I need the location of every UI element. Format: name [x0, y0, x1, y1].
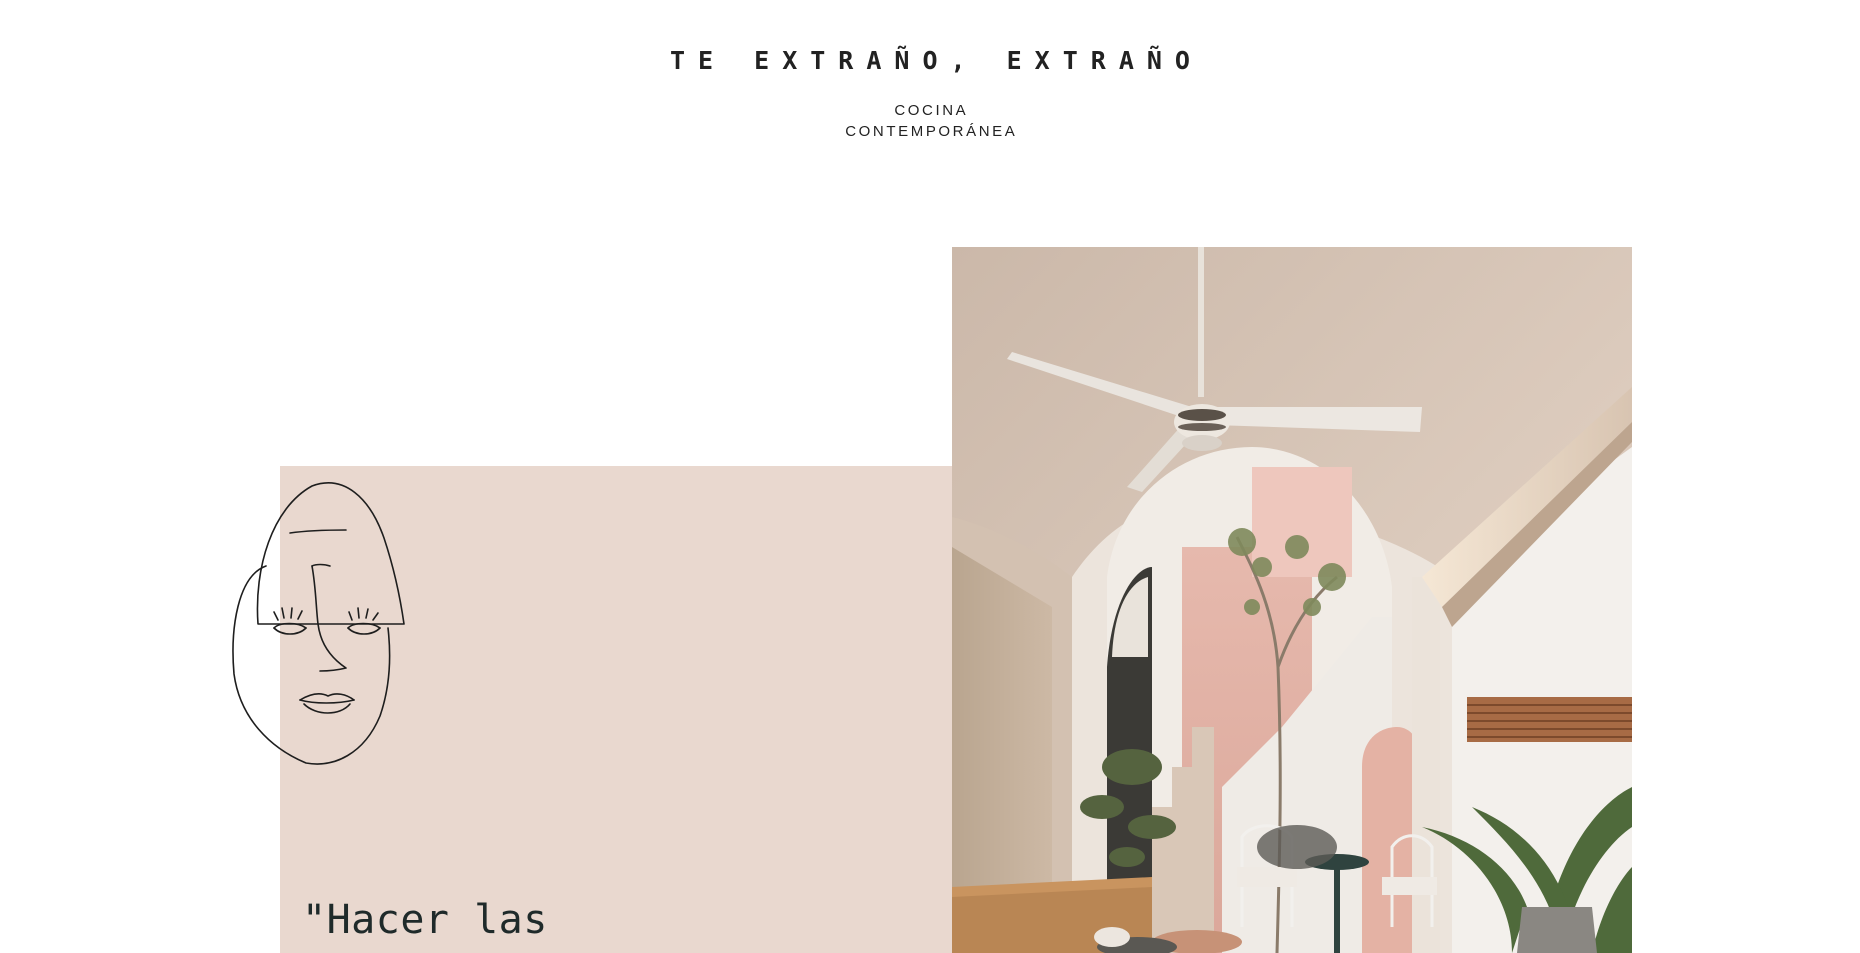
- tagline-line-1: COCINA: [894, 102, 969, 119]
- brand-logo-text[interactable]: TE EXTRAÑO, EXTRAÑO: [0, 44, 1860, 78]
- courtyard-interior-photo: [952, 247, 1632, 953]
- tagline-line-2: CONTEMPORÁNEA: [845, 123, 1018, 140]
- brand-tagline: COCINA CONTEMPORÁNEA: [0, 100, 1860, 142]
- hero-quote-text: "Hacer las: [302, 897, 548, 943]
- line-drawing-face-icon: [224, 478, 424, 768]
